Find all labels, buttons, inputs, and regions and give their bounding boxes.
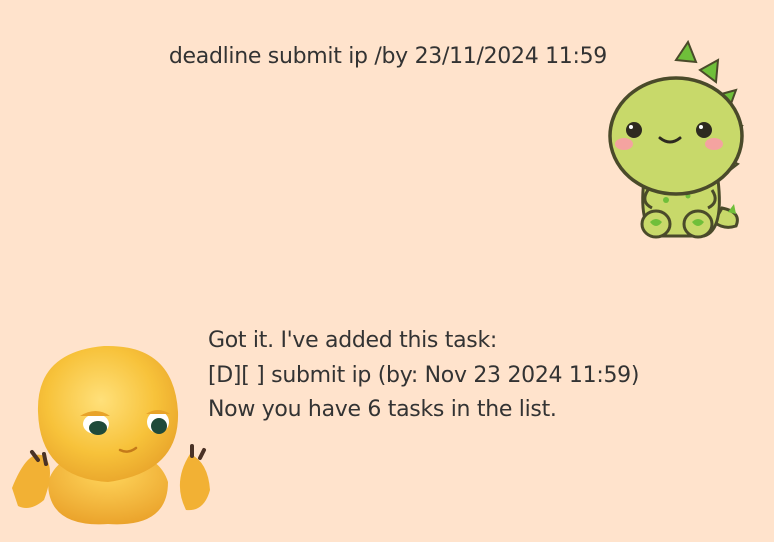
yellow-lizard-icon <box>12 345 210 525</box>
green-dinosaur-icon <box>608 40 744 239</box>
bot-message-text: Got it. I've added this task: [D][ ] sub… <box>208 324 639 428</box>
bot-message-line: Now you have 6 tasks in the list. <box>208 397 557 422</box>
bot-dialog-box: Got it. I've added this task: [D][ ] sub… <box>0 318 774 525</box>
user-message-text: deadline submit ip /by 23/11/2024 11:59 <box>168 44 607 69</box>
user-dialog-box: deadline submit ip /by 23/11/2024 11:59 <box>0 0 774 250</box>
bot-message-line: [D][ ] submit ip (by: Nov 23 2024 11:59) <box>208 362 640 388</box>
bot-message-line: Got it. I've added this task: <box>208 328 497 353</box>
